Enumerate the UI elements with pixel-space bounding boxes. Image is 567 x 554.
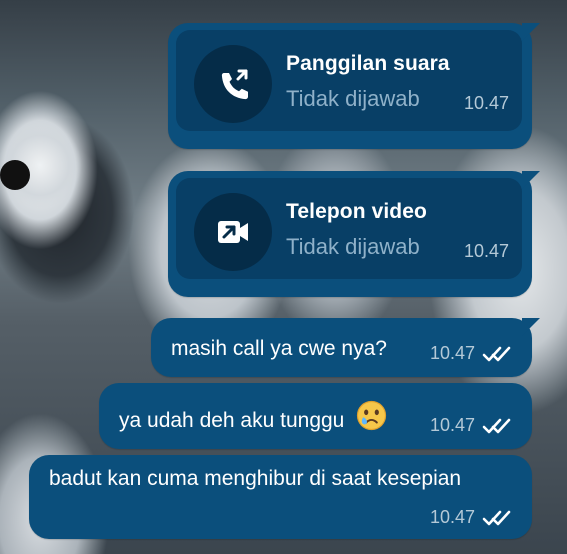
- double-check-icon: [482, 418, 511, 433]
- voice-call-icon: [194, 45, 272, 123]
- message-text: masih call ya cwe nya?: [171, 337, 387, 360]
- video-call-title: Telepon video: [286, 200, 427, 223]
- message-bubble[interactable]: badut kan cuma menghibur di saat kesepia…: [29, 455, 532, 539]
- video-call-message[interactable]: Telepon video Tidak dijawab 10.47: [168, 171, 540, 297]
- message-bubble[interactable]: masih call ya cwe nya? 10.47: [151, 318, 540, 377]
- message-text-wrapper: ya udah deh aku tunggu: [119, 400, 387, 437]
- voice-call-card[interactable]: Panggilan suara Tidak dijawab 10.47: [176, 30, 522, 131]
- voice-call-message[interactable]: Panggilan suara Tidak dijawab 10.47: [168, 23, 540, 149]
- message-text: badut kan cuma menghibur di saat kesepia…: [49, 467, 462, 490]
- message-meta: 10.47: [430, 343, 516, 364]
- message-meta: 10.47: [430, 507, 516, 528]
- message-meta: 10.47: [430, 415, 516, 436]
- video-call-card[interactable]: Telepon video Tidak dijawab 10.47: [176, 178, 522, 279]
- video-call-time: 10.47: [463, 241, 509, 261]
- message-time: 10.47: [429, 343, 475, 363]
- message-time: 10.47: [429, 415, 475, 435]
- sad-tear-face-emoji: [356, 400, 387, 437]
- video-call-icon: [194, 193, 272, 271]
- video-call-status: Tidak dijawab: [286, 234, 420, 259]
- double-check-icon: [482, 510, 511, 525]
- voice-call-time: 10.47: [463, 93, 509, 113]
- voice-call-status: Tidak dijawab: [286, 86, 420, 111]
- message-time: 10.47: [429, 507, 475, 527]
- message-text: ya udah deh aku tunggu: [119, 409, 345, 432]
- message-bubble[interactable]: ya udah deh aku tunggu 10.47: [99, 383, 532, 449]
- double-check-icon: [482, 346, 511, 361]
- voice-call-title: Panggilan suara: [286, 52, 450, 75]
